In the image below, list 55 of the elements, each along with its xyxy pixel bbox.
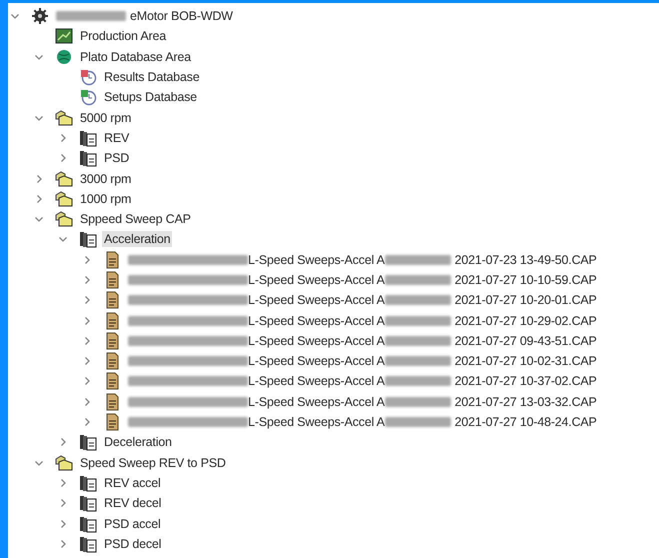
database-clock-icon: [79, 68, 97, 86]
tree-item-label[interactable]: L-Speed Sweeps-Accel A 2021-07-27 10-48-24.CAP: [126, 414, 599, 430]
gear-icon: [31, 7, 49, 26]
redacted-text-blur: [384, 316, 451, 326]
redacted-text-blur: [384, 376, 451, 386]
tree-item-label[interactable]: Deceleration: [102, 434, 174, 450]
tree-item-label[interactable]: L-Speed Sweeps-Accel A 2021-07-27 10-10-59.CAP: [126, 272, 599, 288]
tree-item-label[interactable]: PSD: [102, 150, 132, 166]
tree-item-label[interactable]: L-Speed Sweeps-Accel A 2021-07-27 13-03-32.CAP: [126, 394, 599, 410]
tree-item-label[interactable]: Acceleration: [102, 231, 172, 248]
tree-item-label[interactable]: REV decel: [102, 495, 164, 512]
folder-stack-icon: [55, 170, 73, 188]
redacted-text-blur: [384, 254, 451, 265]
document-stack-icon: [79, 230, 97, 248]
tree-item-label[interactable]: 3000 rpm: [78, 170, 134, 187]
document-stack-icon: [79, 128, 97, 147]
database-clock-icon: [79, 88, 97, 106]
tree-item-label[interactable]: L-Speed Sweeps-Accel A 2021-07-27 10-20-01.CAP: [126, 292, 599, 308]
redacted-text-blur: [384, 275, 451, 285]
tree-item-label[interactable]: REV accel: [102, 474, 163, 491]
tree-item-label[interactable]: PSD accel: [102, 516, 163, 532]
document-stack-icon: [79, 494, 97, 512]
document-stack-icon: [79, 514, 97, 533]
document-stack-icon: [79, 474, 97, 492]
tree-item-label[interactable]: PSD decel: [102, 536, 164, 552]
tree-item-label[interactable]: L-Speed Sweeps-Accel A 2021-07-27 10-29-02.CAP: [126, 312, 599, 329]
tree-item-label[interactable]: L-Speed Sweeps-Accel A 2021-07-27 09-43-51.CAP: [126, 332, 599, 349]
tree-item-label[interactable]: Sppeed Sweep CAP: [78, 211, 193, 228]
folder-stack-icon: [55, 210, 73, 228]
redacted-text-blur: [384, 336, 451, 346]
tree-item-label[interactable]: eMotor BOB-WDW: [54, 8, 235, 24]
redacted-text-blur: [384, 356, 451, 366]
redacted-text-blur: [384, 417, 451, 428]
tree-item-label[interactable]: L-Speed Sweeps-Accel A 2021-07-27 10-37-02.CAP: [126, 373, 599, 390]
tree-item-label[interactable]: L-Speed Sweeps-Accel A 2021-07-27 10-02-31.CAP: [126, 353, 599, 370]
redacted-text-blur: [56, 11, 126, 22]
document-stack-icon: [79, 433, 97, 452]
tree-item-label[interactable]: 1000 rpm: [78, 190, 134, 207]
folder-stack-icon: [55, 454, 73, 472]
folder-stack-icon: [55, 190, 73, 208]
folder-stack-icon: [55, 108, 73, 127]
document-stack-icon: [79, 149, 97, 168]
tree-item-label[interactable]: REV: [102, 130, 132, 146]
tree-item-label[interactable]: Production Area: [78, 28, 168, 44]
tree-item-label[interactable]: Speed Sweep REV to PSD: [78, 454, 228, 471]
tree-item-label[interactable]: 5000 rpm: [78, 110, 134, 126]
tree-item-label[interactable]: Plato Database Area: [78, 48, 193, 65]
tree-item-label[interactable]: L-Speed Sweeps-Accel A 2021-07-23 13-49-50.CAP: [126, 252, 599, 268]
document-stack-icon: [79, 534, 97, 553]
redacted-text-blur: [384, 396, 451, 407]
chart-square-icon: [55, 27, 73, 46]
globe-icon: [55, 48, 73, 66]
redacted-text-blur: [384, 295, 451, 306]
tree-item-label[interactable]: Results Database: [102, 69, 202, 86]
tree-item-label[interactable]: Setups Database: [102, 89, 199, 106]
